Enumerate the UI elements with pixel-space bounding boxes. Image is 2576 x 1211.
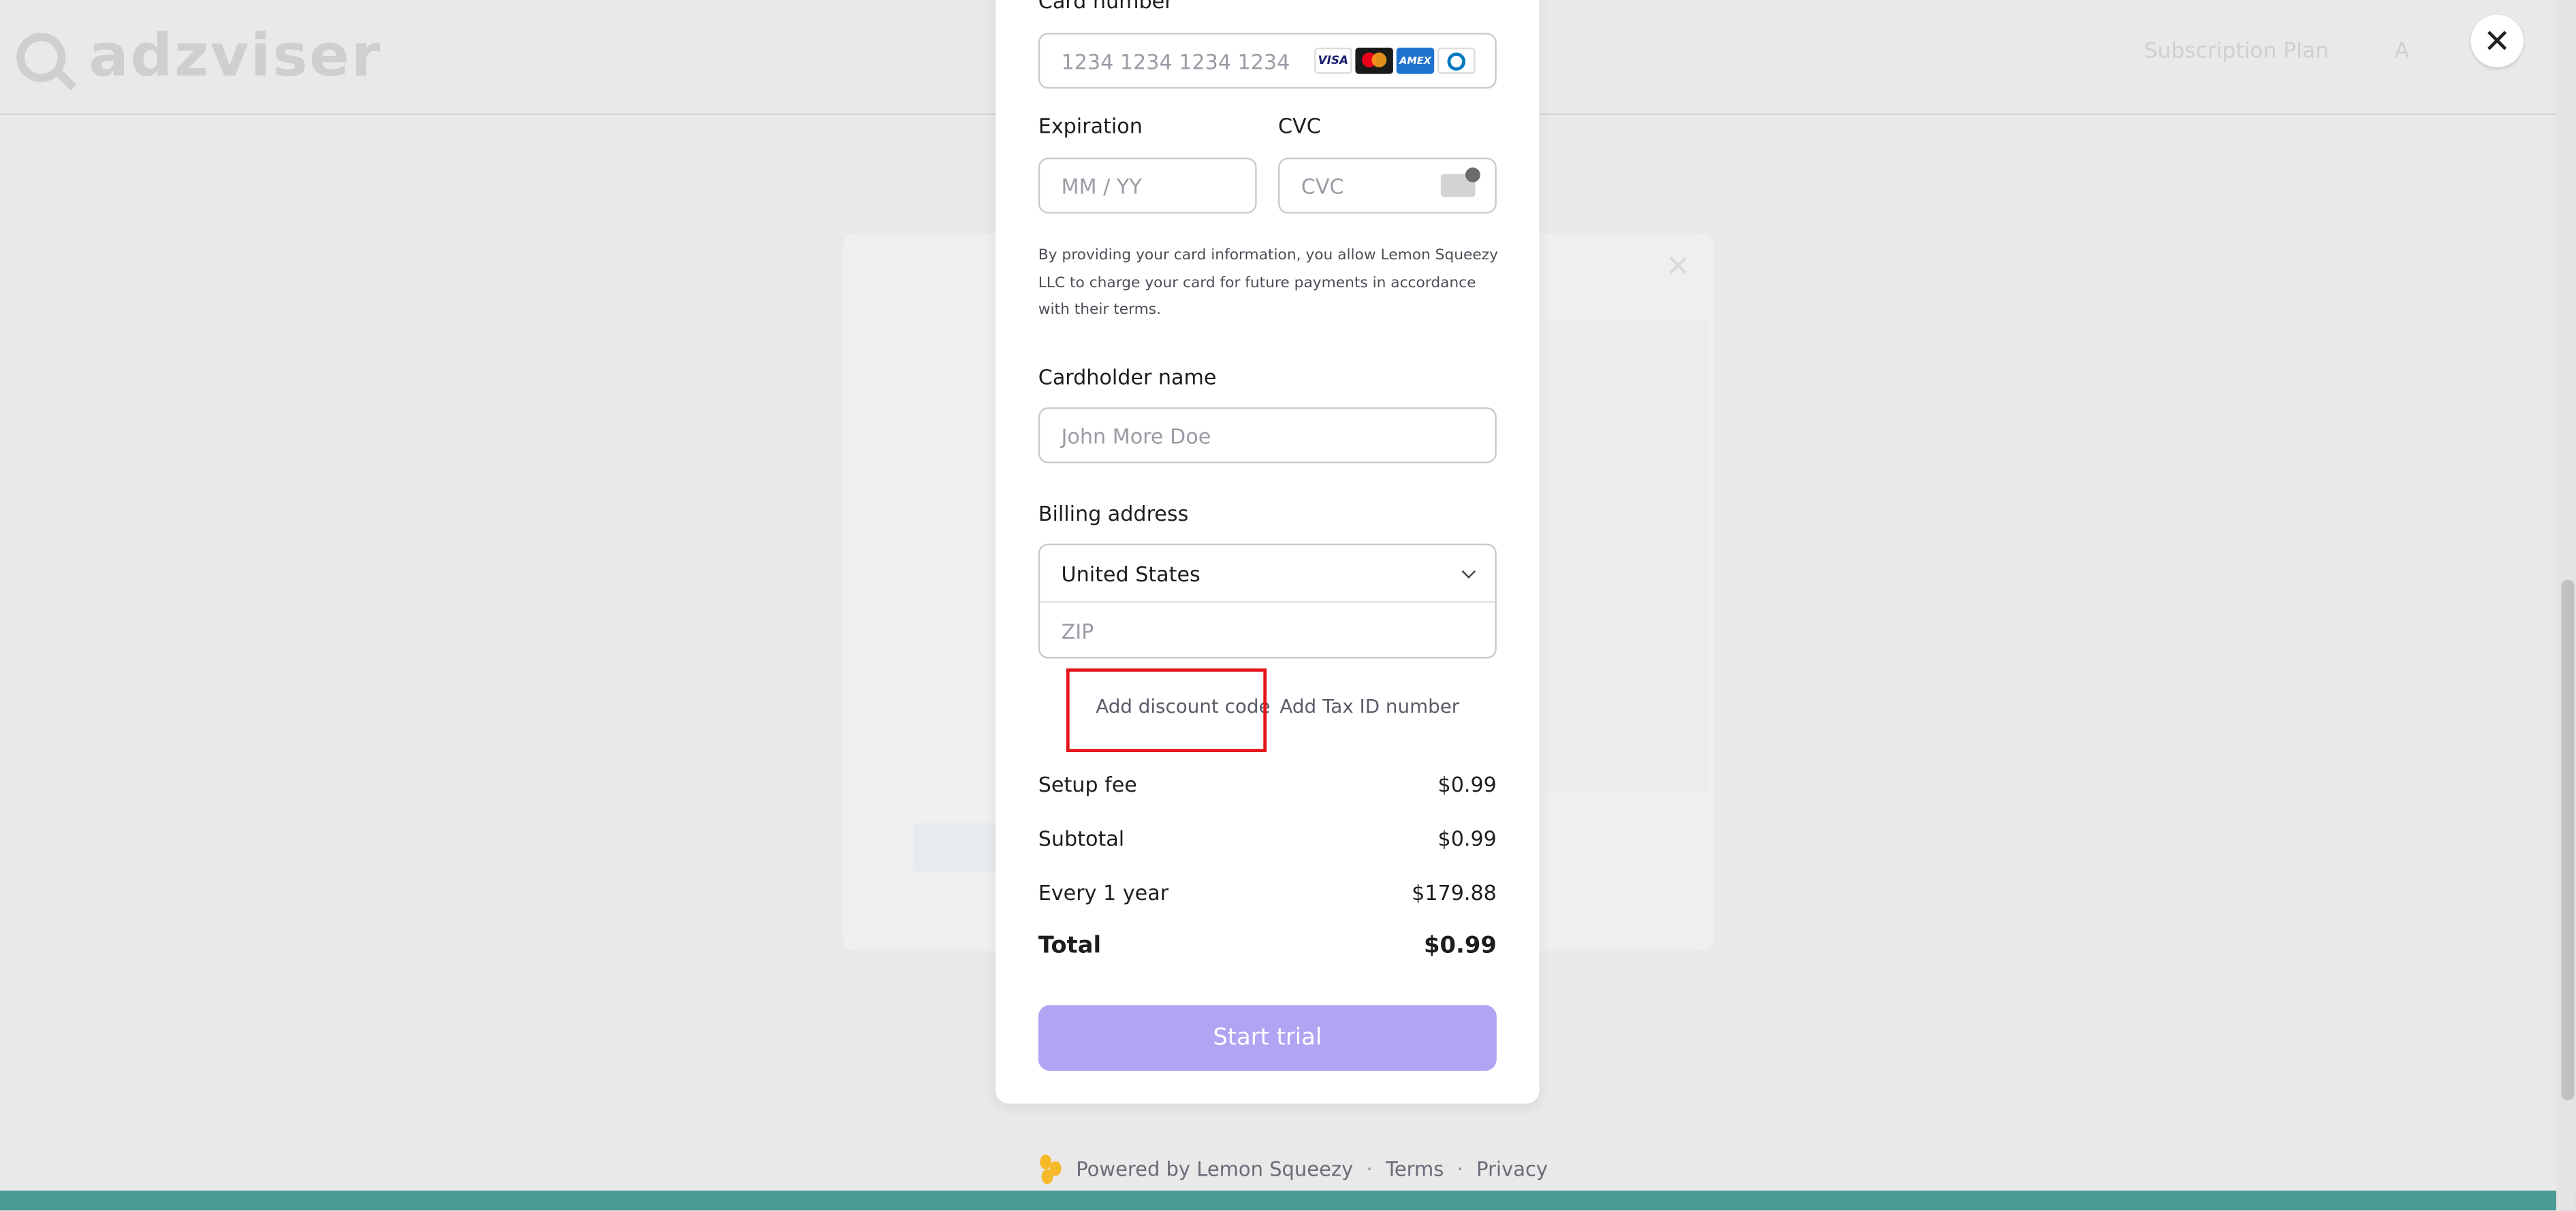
setup-fee-row: Setup fee $0.99 [1038,772,1497,796]
amex-icon: AMEX [1396,47,1435,74]
background-faq-panel [1527,319,1709,795]
footer-separator: · [1366,1157,1373,1181]
cardholder-label: Cardholder name [1038,364,1217,389]
total-row: Total $0.99 [1038,933,1497,959]
country-select[interactable]: United States [1040,545,1495,603]
zip-placeholder: ZIP [1061,618,1094,643]
card-brand-logos: VISA AMEX [1314,47,1476,74]
close-icon: ✕ [2483,21,2511,61]
background-close-icon: ✕ [1666,249,1691,285]
recurring-row: Every 1 year $179.88 [1038,880,1497,905]
mastercard-icon [1355,47,1393,74]
lemon-squeezy-logo-icon [1040,1155,1063,1184]
logo-text: adzviser [89,22,382,91]
zip-input[interactable]: ZIP [1040,602,1495,658]
visa-icon: VISA [1314,47,1352,74]
scrollbar-thumb[interactable] [2561,579,2575,1101]
cardholder-input[interactable]: John More Doe [1038,407,1497,464]
expiration-label: Expiration [1038,113,1143,138]
setup-fee-label: Setup fee [1038,771,1137,797]
app-logo: adzviser [16,23,382,91]
country-value: United States [1061,560,1200,586]
card-number-placeholder: 1234 1234 1234 1234 [1061,48,1290,74]
cvc-card-icon [1440,167,1480,197]
cardholder-placeholder: John More Doe [1061,423,1211,448]
setup-fee-value: $0.99 [1437,771,1497,797]
start-trial-button[interactable]: Start trial [1038,1005,1497,1071]
diners-icon [1437,47,1476,74]
subscription-plan-link: Subscription Plan [2144,39,2329,65]
add-tax-id-link[interactable]: Add Tax ID number [1279,695,1459,718]
bottom-strip [0,1191,2576,1211]
billing-address-label: Billing address [1038,500,1189,526]
search-logo-icon [16,32,66,82]
recurring-label: Every 1 year [1038,880,1169,905]
card-number-label: Card number [1038,0,1173,14]
footer-separator: · [1457,1157,1463,1181]
powered-by-text: Powered by Lemon Squeezy [1076,1157,1354,1181]
checkout-footer: Powered by Lemon Squeezy · Terms · Priva… [1040,1155,1548,1184]
card-consent-text: By providing your card information, you … [1038,248,1498,319]
highlight-box [1066,668,1267,752]
subtotal-row: Subtotal $0.99 [1038,826,1497,851]
expiration-placeholder: MM / YY [1061,173,1142,198]
card-number-input[interactable]: 1234 1234 1234 1234 VISA AMEX [1038,33,1497,89]
total-label: Total [1038,933,1102,959]
cvc-placeholder: CVC [1301,173,1344,198]
billing-address-fields: United States ZIP [1038,543,1497,659]
screen: adzviser Subscription Plan A ✕ ✕ Card nu… [0,0,2576,1211]
recurring-value: $179.88 [1412,880,1497,905]
terms-link[interactable]: Terms [1386,1158,1444,1181]
header-nav: Subscription Plan A [2144,39,2409,64]
expiration-input[interactable]: MM / YY [1038,157,1257,214]
account-link: A [2394,39,2410,65]
cvc-input[interactable]: CVC [1278,157,1497,214]
subtotal-label: Subtotal [1038,826,1125,851]
total-value: $0.99 [1424,933,1497,959]
checkout-modal: Card number 1234 1234 1234 1234 VISA AME… [996,0,1540,1104]
cvc-label: CVC [1278,113,1321,138]
privacy-link[interactable]: Privacy [1476,1158,1548,1181]
close-checkout-button[interactable]: ✕ [2470,14,2524,67]
subtotal-value: $0.99 [1437,826,1497,851]
chevron-down-icon [1461,564,1476,578]
